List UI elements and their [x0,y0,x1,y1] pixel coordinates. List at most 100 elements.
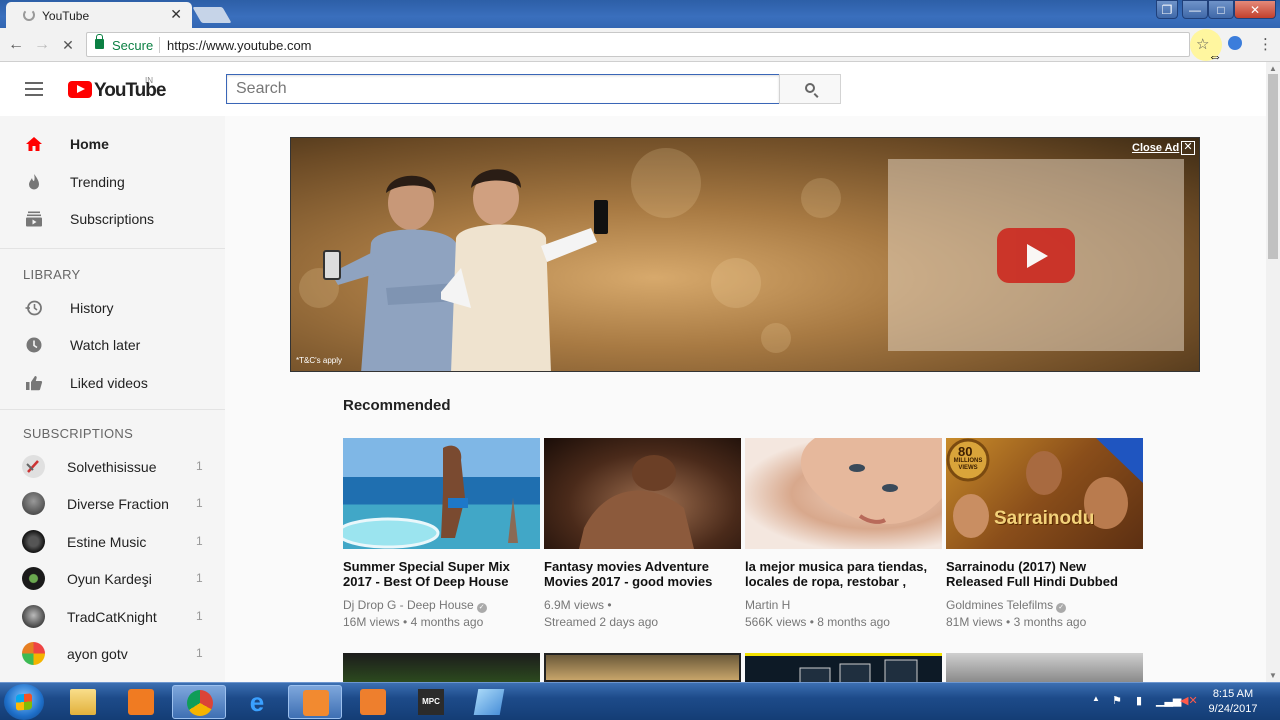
ad-banner[interactable]: Close Ad ✕ *T&C's apply [290,137,1200,372]
thumbnail-badge-number: 80 [958,444,973,459]
guide-item-trending[interactable]: Trending [0,163,225,200]
taskbar-app-notes[interactable] [462,685,516,719]
country-code: IN [145,76,153,85]
battery-icon[interactable]: ▮ [1136,694,1142,707]
browser-toolbar: ← → ✕ Secure https://www.youtube.com [0,28,1280,62]
new-video-count: 1 [196,646,203,660]
video-thumbnail[interactable] [745,438,942,549]
guide-menu-icon[interactable] [25,82,43,96]
minimize-button[interactable]: — [1182,0,1208,19]
page-scrollbar[interactable]: ▲ ▼ [1266,62,1280,682]
close-window-button[interactable]: ✕ [1234,0,1276,19]
new-tab-button[interactable] [192,7,232,23]
address-bar[interactable]: Secure https://www.youtube.com [86,32,1190,57]
view-count: 81M views [946,615,1003,629]
video-title[interactable]: Summer Special Super Mix 2017 - Best Of … [343,559,540,589]
play-button-icon[interactable] [997,228,1075,283]
streamed-line: Streamed 2 days ago [544,615,659,629]
internet-explorer-icon: e [249,687,265,717]
video-card[interactable]: la mejor musica para tiendas, locales de… [745,438,942,631]
action-center-flag-icon[interactable]: ⚑ [1112,694,1122,707]
taskbar-app-camera[interactable] [346,685,400,719]
channel-avatar [22,605,45,628]
channel-line[interactable]: Goldmines Telefilms ✓ [946,597,1143,614]
taskbar-app-internet-explorer[interactable]: e [230,685,284,719]
maximize-button[interactable]: □ [1208,0,1234,19]
views-line: 16M views • 4 months ago [343,615,484,629]
search-input[interactable] [226,74,780,104]
subscription-item[interactable]: Diverse Fraction 1 [0,485,225,522]
guide-item-history[interactable]: History [0,289,225,326]
show-hidden-icons-arrow[interactable]: ▲ [1092,694,1100,703]
secure-label: Secure [112,38,154,53]
video-card[interactable]: 80 MILLIONS VIEWS Sarrainodu Sarrainodu … [946,438,1143,631]
video-thumbnail[interactable] [946,653,1143,682]
video-card[interactable]: Fantasy movies Adventure Movies 2017 - g… [544,438,741,631]
video-thumbnail[interactable] [745,653,942,682]
taskbar-app-explorer[interactable] [56,685,110,719]
close-ad-icon[interactable]: ✕ [1181,141,1195,155]
forward-button[interactable]: → [31,34,53,56]
search-button[interactable] [779,74,841,104]
scroll-down-arrow-icon[interactable]: ▼ [1269,671,1277,680]
video-thumbnail[interactable] [343,653,540,682]
subscription-item[interactable]: Estine Music 1 [0,523,225,560]
folder-icon [70,689,96,715]
stop-loading-button[interactable]: ✕ [57,34,79,56]
video-title[interactable]: Fantasy movies Adventure Movies 2017 - g… [544,559,741,589]
channel-name[interactable]: Goldmines Telefilms [946,598,1053,612]
thumbnail-image [946,438,1143,538]
user-profile-button[interactable]: ❐ [1156,0,1178,19]
channel-name: Diverse Fraction [67,496,169,512]
tab-close-icon[interactable]: ✕ [170,6,182,23]
video-title[interactable]: Sarrainodu (2017) New Released Full Hind… [946,559,1143,589]
system-clock[interactable]: 8:15 AM 9/24/2017 [1198,687,1268,717]
thumbnail-movie-title: Sarrainodu [994,508,1095,529]
guide-divider [0,409,225,410]
video-meta: Dj Drop G - Deep House ✓ 16M views • 4 mo… [343,597,540,631]
taskbar-app-chrome[interactable] [172,685,226,719]
guide-item-watch-later[interactable]: Watch later [0,326,225,363]
scroll-up-arrow-icon[interactable]: ▲ [1269,64,1277,73]
network-signal-icon[interactable]: ▁▃▅ [1156,694,1181,707]
guide-item-label: Trending [70,174,125,190]
video-title[interactable]: la mejor musica para tiendas, locales de… [745,559,942,589]
subscription-item[interactable]: Solvethisissue 1 [0,448,225,485]
guide-item-subscriptions[interactable]: Subscriptions [0,200,225,237]
channel-name[interactable]: Dj Drop G - Deep House [343,598,474,612]
ad-video-player[interactable] [888,159,1184,351]
video-thumbnail[interactable] [544,438,741,549]
start-button[interactable] [4,684,44,720]
guide-item-home[interactable]: Home [0,125,225,162]
scrollbar-thumb[interactable] [1268,74,1278,259]
guide-item-label: Watch later [70,337,141,353]
video-thumbnail[interactable] [343,438,540,549]
taskbar-app-recorder[interactable] [288,685,342,719]
volume-muted-icon[interactable]: ◀✕ [1180,694,1198,707]
view-count: 16M views [343,615,400,629]
taskbar-app-media-player[interactable] [114,685,168,719]
channel-name[interactable]: Martin H [745,597,942,614]
channel-name: TradCatKnight [67,609,157,625]
subscription-item[interactable]: TradCatKnight 1 [0,598,225,635]
taskbar-app-mpc[interactable]: MPC [404,685,458,719]
media-player-icon [128,689,154,715]
channel-avatar [22,530,45,553]
video-card[interactable]: Summer Special Super Mix 2017 - Best Of … [343,438,540,631]
channel-line[interactable]: Dj Drop G - Deep House ✓ [343,597,540,614]
extension-icon[interactable] [1228,36,1242,50]
url-text[interactable]: https://www.youtube.com [167,38,312,53]
youtube-play-icon [68,81,92,98]
back-button[interactable]: ← [5,34,27,56]
video-thumbnail[interactable] [544,653,741,682]
video-meta: 6.9M views • Streamed 2 days ago [544,597,741,631]
video-thumbnail[interactable]: 80 MILLIONS VIEWS Sarrainodu [946,438,1143,549]
subscription-item[interactable]: Oyun Kardeşi 1 [0,560,225,597]
close-ad-link[interactable]: Close Ad [1132,142,1179,154]
guide-item-liked-videos[interactable]: Liked videos [0,364,225,401]
browser-tab-youtube[interactable]: YouTube ✕ [6,2,192,28]
subscription-item[interactable]: ayon gotv 1 [0,635,225,672]
subscriptions-heading: SUBSCRIPTIONS [23,426,134,441]
youtube-page: YouTube IN Home Trending Subscriptions L… [0,62,1280,682]
browser-menu-icon[interactable]: ⋮ [1258,35,1273,53]
